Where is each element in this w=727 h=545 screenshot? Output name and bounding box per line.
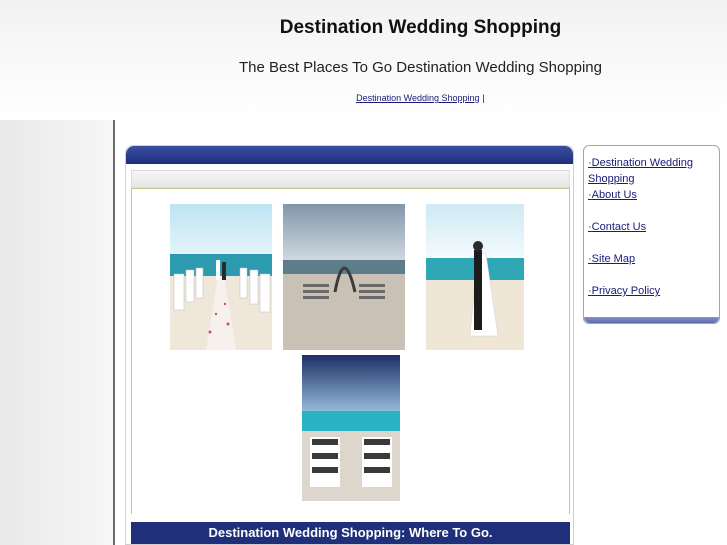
sidebar-link-label: Contact Us xyxy=(591,221,647,233)
sidebar-link-label: About Us xyxy=(591,189,637,201)
main-subheader-strip xyxy=(131,170,570,188)
main-header-bar xyxy=(126,146,573,164)
sidebar-link-site-map[interactable]: ·Site Map xyxy=(588,251,716,267)
sidebar-link-about-us[interactable]: ·About Us xyxy=(588,187,716,203)
site-title: Destination Wedding Shopping xyxy=(279,17,562,38)
main-content: Destination Wedding Shopping: Where To G… xyxy=(125,145,574,545)
sidebar-nav: ·Destination Wedding Shopping ·About Us … xyxy=(583,145,720,324)
site-tagline: The Best Places To Go Destination Weddin… xyxy=(238,59,602,76)
couple-on-beach-photo xyxy=(426,204,524,350)
sidebar-link-destination-wedding-shopping[interactable]: ·Destination Wedding Shopping xyxy=(588,155,716,187)
site-header: Destination Wedding Shopping The Best Pl… xyxy=(114,0,727,120)
sidebar-link-contact-us[interactable]: ·Contact Us xyxy=(588,219,716,235)
left-gutter xyxy=(0,120,114,545)
top-nav: Destination Wedding Shopping | xyxy=(114,93,727,103)
article-heading: Destination Wedding Shopping: Where To G… xyxy=(131,522,570,544)
nav-separator: | xyxy=(482,93,485,103)
sidebar-bottom-bar xyxy=(584,317,719,323)
left-divider xyxy=(113,120,115,545)
sidebar-links: ·Destination Wedding Shopping ·About Us … xyxy=(588,155,716,299)
sidebar-link-label: Destination Wedding Shopping xyxy=(588,157,693,185)
beach-guests-aerial-photo xyxy=(302,355,400,501)
beach-arch-chairs-photo xyxy=(283,204,405,350)
top-nav-link-destination-wedding-shopping[interactable]: Destination Wedding Shopping xyxy=(356,93,479,103)
sidebar-link-label: Privacy Policy xyxy=(591,285,661,297)
beach-ceremony-aisle-photo xyxy=(170,204,272,350)
photo-gallery xyxy=(131,188,570,514)
sidebar-link-privacy-policy[interactable]: ·Privacy Policy xyxy=(588,283,716,299)
sidebar-link-label: Site Map xyxy=(591,253,636,265)
